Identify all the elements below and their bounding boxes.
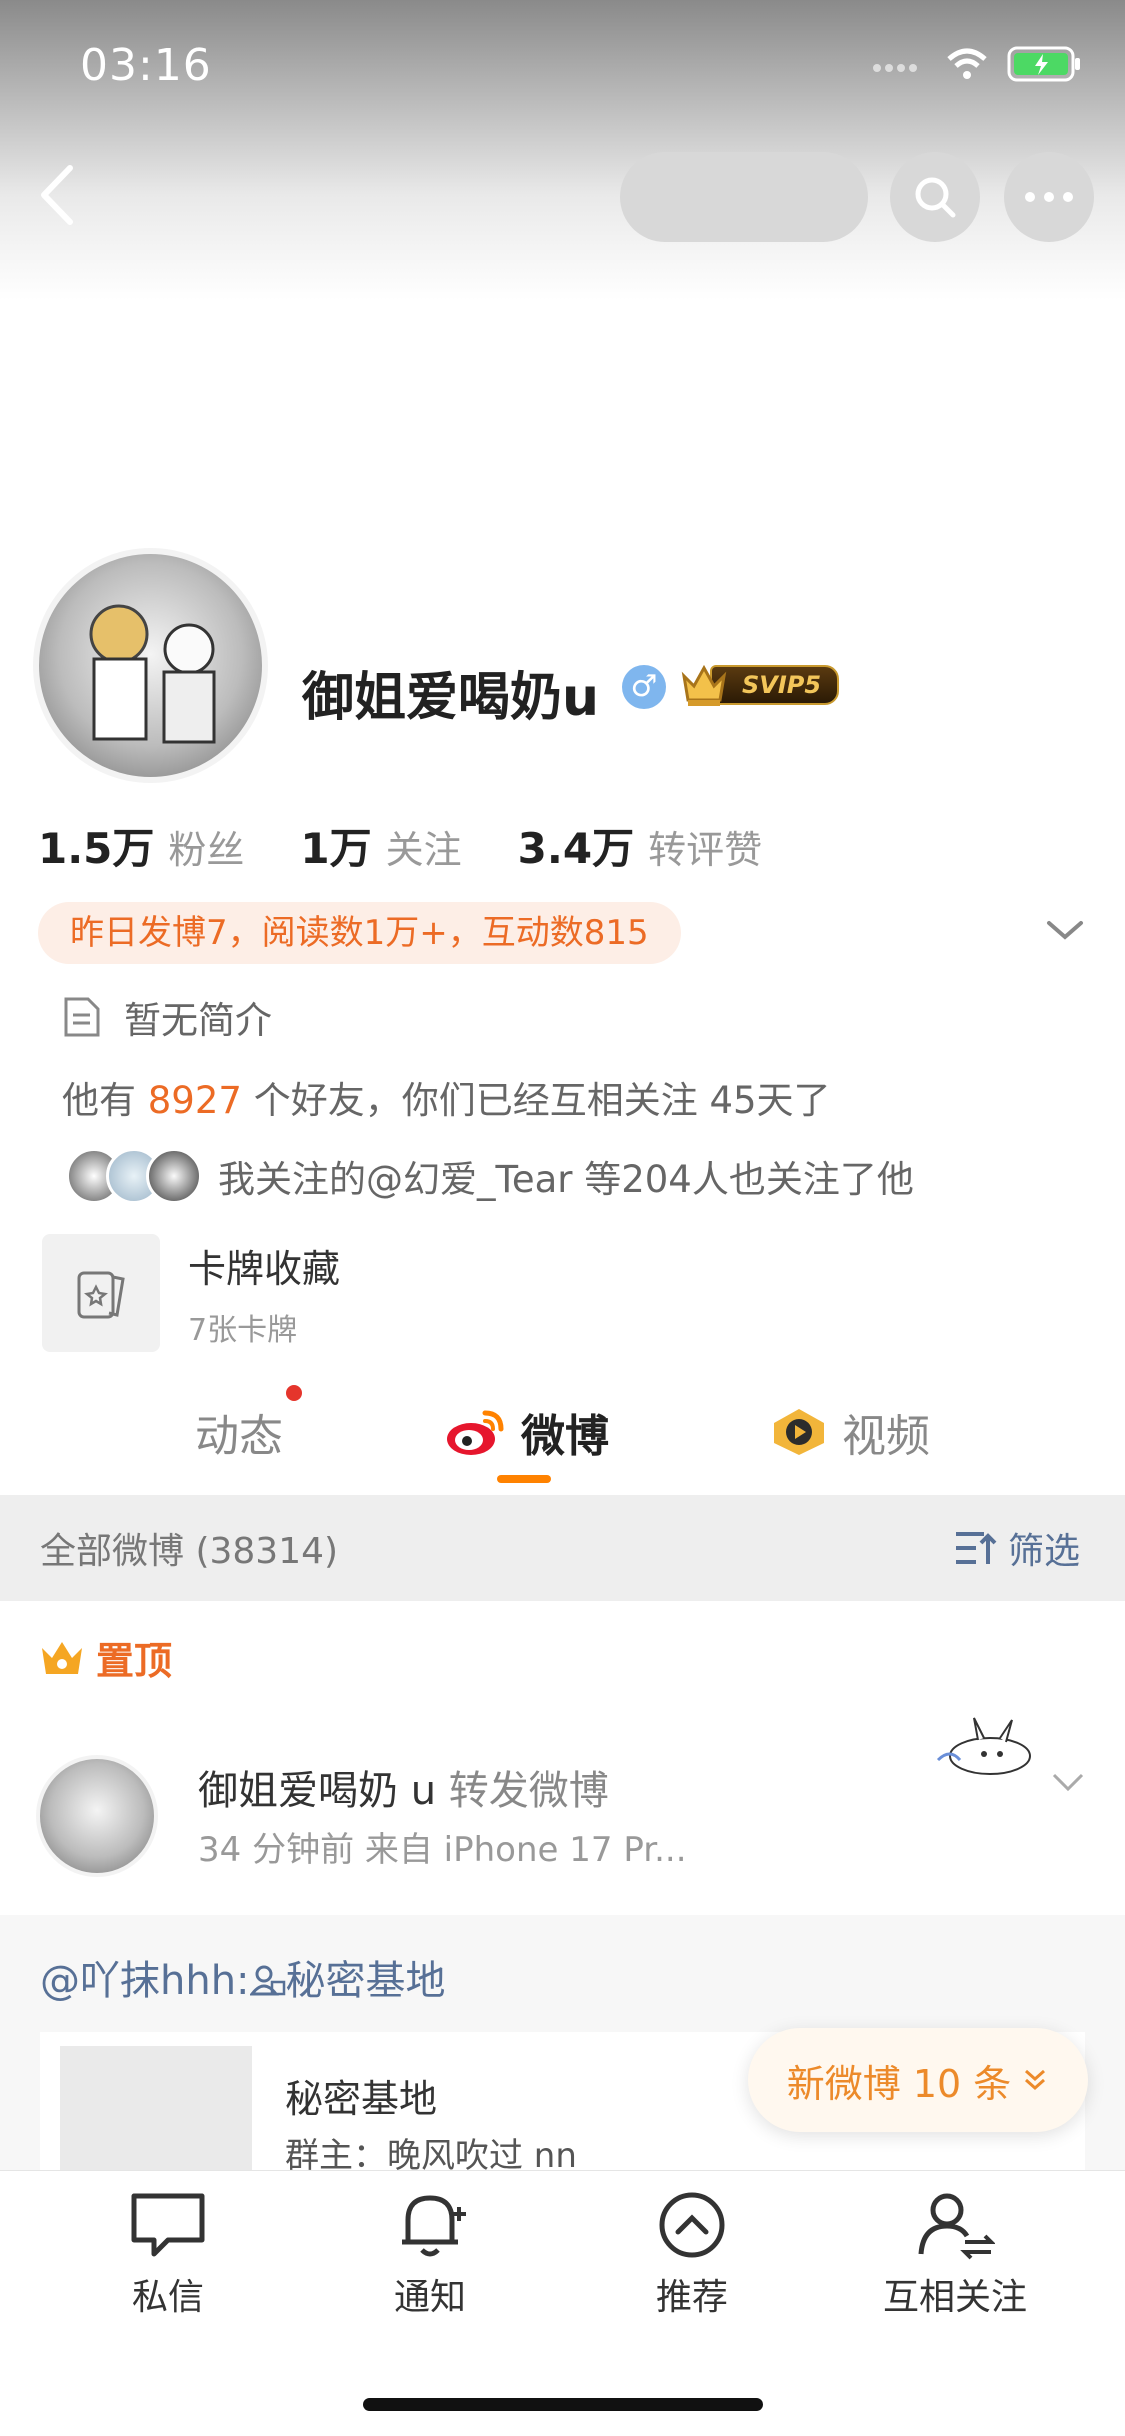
post-sticker bbox=[930, 1712, 1040, 1782]
tab-weibo-label: 微博 bbox=[521, 1411, 609, 1462]
post-action: 转发微博 bbox=[436, 1768, 609, 1814]
engagement-count[interactable]: 3.4万 bbox=[518, 815, 634, 876]
nav-mutual-follow[interactable]: 互相关注 bbox=[855, 2190, 1055, 2320]
tab-video[interactable]: 视频 bbox=[770, 1400, 930, 1464]
following-label[interactable]: 关注 bbox=[386, 819, 462, 874]
tab-video-label: 视频 bbox=[842, 1411, 930, 1462]
new-posts-button[interactable]: 新微博 10 条 bbox=[748, 2028, 1088, 2132]
search-icon bbox=[915, 177, 956, 218]
weibo-logo-icon bbox=[447, 1410, 504, 1455]
video-icon bbox=[774, 1409, 824, 1455]
bunny-sticker-icon bbox=[936, 1717, 1031, 1775]
profile-avatar[interactable] bbox=[33, 548, 268, 783]
double-chevron-down-icon bbox=[1025, 2069, 1046, 2091]
friends-prefix: 他有 bbox=[62, 1079, 136, 1122]
friends-info: 他有 8927 个好友，你们已经互相关注 45天了 bbox=[62, 1070, 831, 1124]
card-collection-count: 7张卡牌 bbox=[188, 1312, 298, 1348]
nav-recommend[interactable]: 推荐 bbox=[592, 2190, 792, 2320]
card-collection-title: 卡牌收藏 bbox=[188, 1246, 341, 1291]
crown-icon bbox=[681, 664, 727, 706]
all-weibo-count[interactable]: 全部微博 (38314) bbox=[40, 1522, 338, 1574]
profile-name: 御姐爱喝奶u bbox=[302, 668, 600, 728]
repost-text[interactable]: @吖抹hhh: 秘密基地 bbox=[40, 1948, 446, 2006]
svip-badge[interactable]: SVIP5 bbox=[680, 660, 840, 710]
bell-icon bbox=[402, 2195, 466, 2257]
friends-suffix: 个好友，你们已经互相关注 45天了 bbox=[253, 1079, 831, 1122]
svip-label: SVIP5 bbox=[710, 665, 840, 705]
chevron-left-icon bbox=[41, 165, 73, 225]
status-time: 03:16 bbox=[80, 40, 212, 91]
signal-icon bbox=[873, 64, 917, 72]
engagement-label[interactable]: 转评赞 bbox=[648, 819, 762, 874]
following-count[interactable]: 1万 bbox=[300, 815, 371, 876]
more-button[interactable] bbox=[1004, 152, 1094, 242]
nav-mutual-follow-label: 互相关注 bbox=[882, 2277, 1027, 2318]
bio-text: 暂无简介 bbox=[124, 999, 272, 1042]
battery-icon bbox=[1007, 46, 1080, 82]
card-collection[interactable]: 卡牌收藏 7张卡牌 bbox=[42, 1234, 340, 1352]
tab-dynamics[interactable]: 动态 bbox=[195, 1400, 283, 1464]
avatar-illustration bbox=[89, 604, 216, 744]
feed-filter-bar: 全部微博 (38314) 筛选 bbox=[0, 1495, 1125, 1601]
nav-messages[interactable]: 私信 bbox=[68, 2190, 268, 2320]
post-author-avatar[interactable] bbox=[36, 1755, 158, 1877]
tab-dynamics-label: 动态 bbox=[195, 1411, 283, 1462]
active-tab-indicator bbox=[497, 1475, 551, 1483]
expand-profile-button[interactable] bbox=[1045, 915, 1085, 945]
profile-tabs: 动态 微博 视频 bbox=[0, 1360, 1125, 1490]
wifi-icon bbox=[947, 48, 987, 79]
more-icon bbox=[1025, 192, 1073, 202]
crown-icon bbox=[42, 1641, 82, 1674]
message-icon bbox=[131, 2193, 205, 2257]
filter-label: 筛选 bbox=[1007, 1531, 1080, 1572]
filter-button[interactable]: 筛选 bbox=[954, 1522, 1080, 1574]
friends-count[interactable]: 8927 bbox=[148, 1079, 242, 1122]
profile-screen: 03:16 御姐爱喝奶u ♂ SVIP5 1.5万 粉丝 1万 关注 3.4万 转评赞… bbox=[0, 0, 1125, 2436]
male-gender-icon: ♂ bbox=[622, 665, 666, 709]
post-author-line: 御姐爱喝奶 u 转发微博 bbox=[198, 1758, 609, 1816]
card-collection-thumb bbox=[42, 1234, 160, 1352]
mutual-follow-icon bbox=[918, 2193, 995, 2260]
up-arrow-icon bbox=[659, 2192, 725, 2258]
activity-summary-chip[interactable]: 昨日发博7，阅读数1万+，互动数815 bbox=[38, 902, 681, 964]
pinned-text: 置顶 bbox=[96, 1639, 173, 1683]
status-icons bbox=[871, 46, 1083, 82]
tab-weibo[interactable]: 微博 bbox=[445, 1400, 609, 1464]
notification-dot bbox=[286, 1385, 302, 1401]
chevron-down-icon bbox=[1047, 921, 1083, 940]
mutual-avatar bbox=[146, 1148, 202, 1204]
bio-row[interactable]: 暂无简介 bbox=[62, 990, 272, 1044]
post-menu-button[interactable] bbox=[1050, 1770, 1086, 1794]
post-meta: 34 分钟前 来自 iPhone 17 Pr... bbox=[198, 1830, 687, 1870]
filter-icon bbox=[955, 1532, 997, 1564]
group-title: 秘密基地 bbox=[285, 2077, 438, 2121]
followers-count[interactable]: 1.5万 bbox=[38, 815, 154, 876]
document-icon bbox=[64, 997, 100, 1037]
mutual-follow-text: 我关注的@幻爱_Tear 等204人也关注了他 bbox=[218, 1158, 914, 1201]
nav-notifications-label: 通知 bbox=[393, 2277, 466, 2318]
blurred-header-pill[interactable] bbox=[620, 152, 868, 242]
home-indicator bbox=[363, 2398, 763, 2411]
nav-messages-label: 私信 bbox=[131, 2277, 204, 2318]
post-author-name[interactable]: 御姐爱喝奶 u bbox=[198, 1768, 436, 1814]
profile-stats: 1.5万 粉丝 1万 关注 3.4万 转评赞 bbox=[38, 815, 818, 876]
group-icon bbox=[248, 1965, 285, 1996]
followers-label[interactable]: 粉丝 bbox=[168, 819, 244, 874]
search-button[interactable] bbox=[890, 152, 980, 242]
repost-link[interactable]: 秘密基地 bbox=[286, 1958, 446, 2004]
nav-recommend-label: 推荐 bbox=[655, 2277, 728, 2318]
card-icon bbox=[77, 1271, 125, 1319]
back-button[interactable] bbox=[30, 160, 90, 230]
repost-author[interactable]: @吖抹hhh: bbox=[40, 1958, 250, 2004]
new-posts-label: 新微博 10 条 bbox=[786, 2061, 1012, 2106]
chevron-down-icon bbox=[1052, 1773, 1084, 1792]
pinned-label: 置顶 bbox=[40, 1630, 172, 1685]
nav-notifications[interactable]: 通知 bbox=[330, 2190, 530, 2320]
mutual-follow-row[interactable]: 我关注的@幻爱_Tear 等204人也关注了他 bbox=[66, 1148, 914, 1204]
